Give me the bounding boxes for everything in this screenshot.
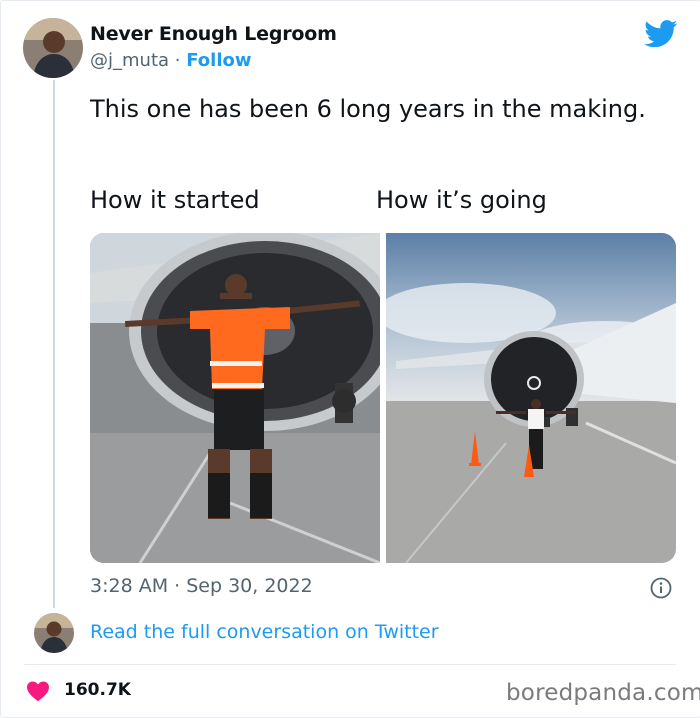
author-handle-line: @j_muta · Follow [90,50,252,71]
thread-line [53,80,55,608]
divider [24,664,676,665]
reader-avatar[interactable] [34,613,74,653]
heart-icon[interactable] [26,680,50,702]
caption-how-its-going: How it’s going [376,186,547,214]
twitter-bird-icon[interactable] [644,20,678,48]
caption-how-it-started: How it started [90,186,260,214]
author-avatar[interactable] [23,18,83,78]
tweet-text: This one has been 6 long years in the ma… [90,95,646,123]
like-count[interactable]: 160.7K [64,680,131,700]
separator-dot: · [174,50,181,71]
watermark: boredpanda.com [506,680,700,706]
author-handle[interactable]: @j_muta [90,50,169,71]
tweet-timestamp[interactable]: 3:28 AM · Sep 30, 2022 [90,575,313,597]
info-icon[interactable] [650,577,672,599]
photo-how-it-started[interactable] [90,233,380,563]
follow-link[interactable]: Follow [186,50,251,71]
read-conversation-link[interactable]: Read the full conversation on Twitter [90,621,439,643]
author-display-name[interactable]: Never Enough Legroom [90,23,337,45]
photo-how-its-going[interactable] [386,233,676,563]
